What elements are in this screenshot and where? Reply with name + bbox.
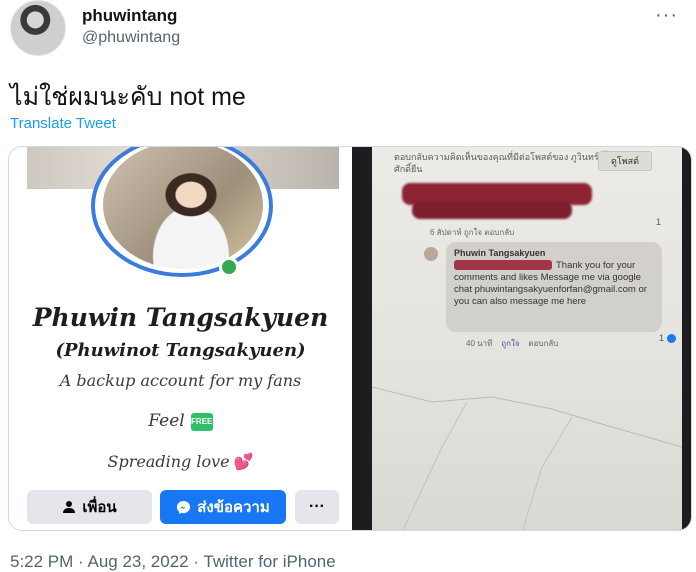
more-options-icon[interactable]: ··· <box>655 4 678 27</box>
screen-crack-lines <box>372 386 682 530</box>
user-handle[interactable]: @phuwintang <box>82 29 180 47</box>
love-text: Spreading love <box>107 452 230 471</box>
tweet-media[interactable]: Phuwin Tangsakyuen (Phuwinot Tangsakyuen… <box>8 146 692 531</box>
free-badge-icon: FREE <box>190 412 213 431</box>
tweet-avatar[interactable] <box>10 0 66 56</box>
profile-feel: Feel FREE <box>9 411 352 431</box>
profile-love: Spreading love 💕 <box>9 452 352 471</box>
phone-screenshot-image: ตอบกลับความคิดเห็นของคุณที่มีต่อโพสต์ของ… <box>352 147 691 530</box>
more-button: ··· <box>295 490 339 524</box>
friend-button: เพื่อน <box>27 490 152 524</box>
translate-tweet-link[interactable]: Translate Tweet <box>10 115 116 132</box>
profile-photo <box>103 147 263 269</box>
person-icon <box>63 501 76 513</box>
display-name[interactable]: phuwintang <box>82 6 177 26</box>
message-button-label: ส่งข้อความ <box>197 499 270 516</box>
friend-button-label: เพื่อน <box>82 499 117 516</box>
online-status-icon <box>219 257 239 277</box>
facebook-profile-image: Phuwin Tangsakyuen (Phuwinot Tangsakyuen… <box>9 147 352 530</box>
message-button: ส่งข้อความ <box>160 490 286 524</box>
profile-alt-name: (Phuwinot Tangsakyuen) <box>55 340 306 361</box>
hearts-icon: 💕 <box>233 452 254 471</box>
phone-screen: ตอบกลับความคิดเห็นของคุณที่มีต่อโพสต์ของ… <box>372 147 682 530</box>
messenger-icon <box>177 500 191 514</box>
profile-name: Phuwin Tangsakyuen <box>32 303 329 332</box>
tweet-text: ไม่ใช่ผมนะคับ not me <box>10 83 246 111</box>
feel-text: Feel <box>148 411 185 431</box>
profile-bio: A backup account for my fans <box>59 371 302 390</box>
tweet-timestamp[interactable]: 5:22 PM · Aug 23, 2022 · Twitter for iPh… <box>10 552 336 572</box>
